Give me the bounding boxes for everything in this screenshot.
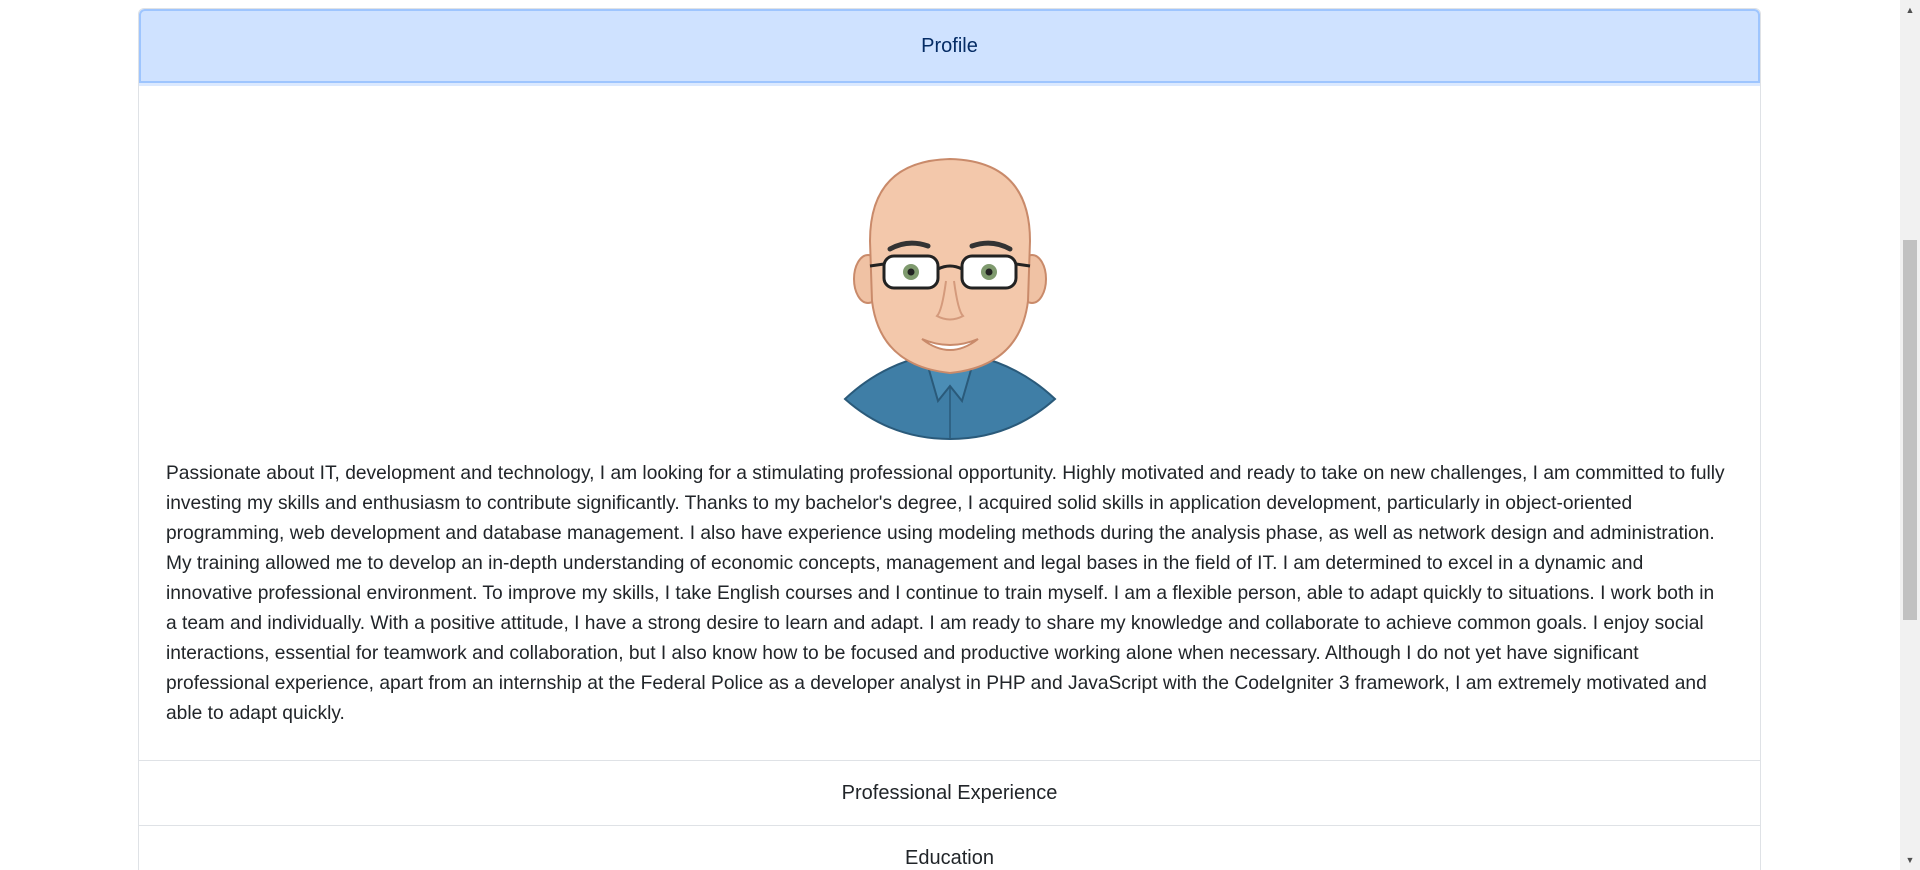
arrow-up-icon[interactable]: ▲ [1900,0,1920,20]
avatar-container [139,151,1760,441]
cv-accordion: Profile Passionate about IT, development… [138,8,1761,870]
avatar-image [843,157,1056,441]
accordion-header-experience[interactable]: Professional Experience [139,761,1760,826]
scrollbar-thumb[interactable] [1903,240,1917,620]
arrow-down-icon[interactable]: ▼ [1900,850,1920,870]
accordion-body-profile: Passionate about IT, development and tec… [139,83,1760,761]
accordion-title-education: Education [905,846,994,869]
accordion-header-profile[interactable]: Profile [139,9,1760,83]
accordion-header-education[interactable]: Education [139,826,1760,870]
page: Profile Passionate about IT, development… [0,0,1920,870]
vertical-scrollbar[interactable]: ▲ ▼ [1900,0,1920,870]
profile-description: Passionate about IT, development and tec… [166,463,1725,724]
accordion-title-experience: Professional Experience [841,781,1058,804]
accordion-title-profile: Profile [921,34,978,57]
